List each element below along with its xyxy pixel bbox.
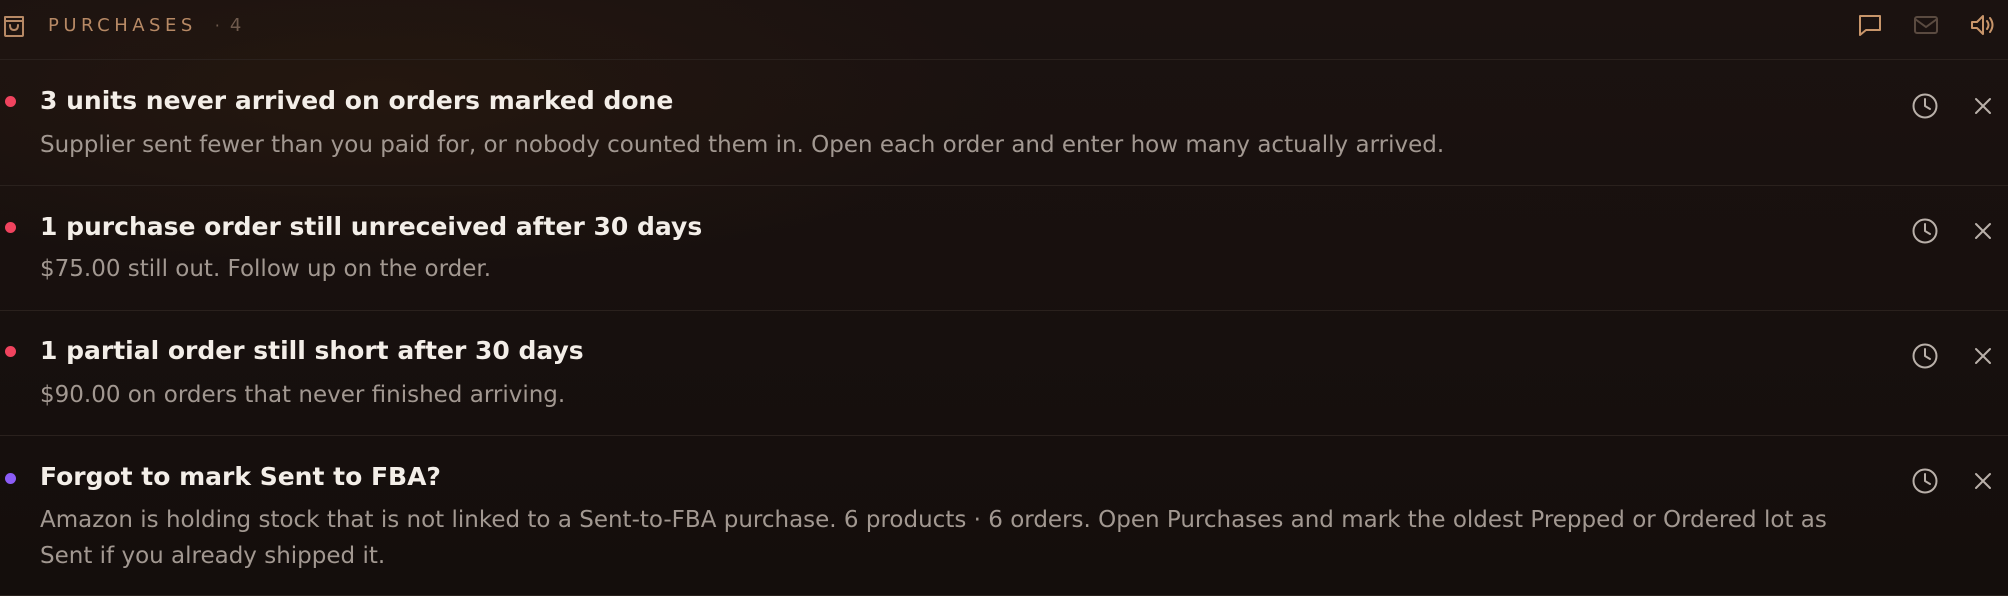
clock-icon [1910,216,1940,246]
snooze-button[interactable] [1910,466,1940,496]
alert-row-4: Forgot to mark Sent to FBA? Amazon is ho… [0,436,2008,596]
section-header: PURCHASES · 4 [0,0,2008,60]
close-icon [1968,91,1998,121]
dismiss-button[interactable] [1968,341,1998,371]
dismiss-button[interactable] [1968,466,1998,496]
clock-icon [1910,341,1940,371]
dismiss-button[interactable] [1968,91,1998,121]
alert-title: Forgot to mark Sent to FBA? [40,462,441,491]
alert-description: $75.00 still out. Follow up on the order… [40,256,492,282]
alert-row-1: 3 units never arrived on orders marked d… [0,60,2008,186]
clock-icon [1910,466,1940,496]
alert-title: 1 partial order still short after 30 day… [40,336,584,365]
alert-row-2: 1 purchase order still unreceived after … [0,186,2008,311]
alert-title: 3 units never arrived on orders marked d… [40,86,674,115]
header-actions [0,11,2008,39]
speaker-icon [1968,11,1996,39]
chat-bubble-icon [1856,11,1884,39]
mail-icon [1912,11,1940,39]
alert-row-3: 1 partial order still short after 30 day… [0,311,2008,436]
snooze-button[interactable] [1910,216,1940,246]
alert-severity-dot [5,222,16,233]
alert-description: Amazon is holding stock that is not link… [40,507,1827,569]
close-icon [1968,341,1998,371]
clock-icon [1910,91,1940,121]
mail-button[interactable] [1912,11,1940,39]
close-icon [1968,466,1998,496]
close-icon [1968,216,1998,246]
alert-severity-dot [5,346,16,357]
snooze-button[interactable] [1910,91,1940,121]
alert-title: 1 purchase order still unreceived after … [40,212,703,241]
alert-description: Supplier sent fewer than you paid for, o… [40,132,1445,158]
sound-button[interactable] [1968,11,1996,39]
alert-severity-dot [5,96,16,107]
snooze-button[interactable] [1910,341,1940,371]
alert-description: $90.00 on orders that never finished arr… [40,382,566,408]
chat-button[interactable] [1856,11,1884,39]
alert-severity-dot [5,473,16,484]
dismiss-button[interactable] [1968,216,1998,246]
